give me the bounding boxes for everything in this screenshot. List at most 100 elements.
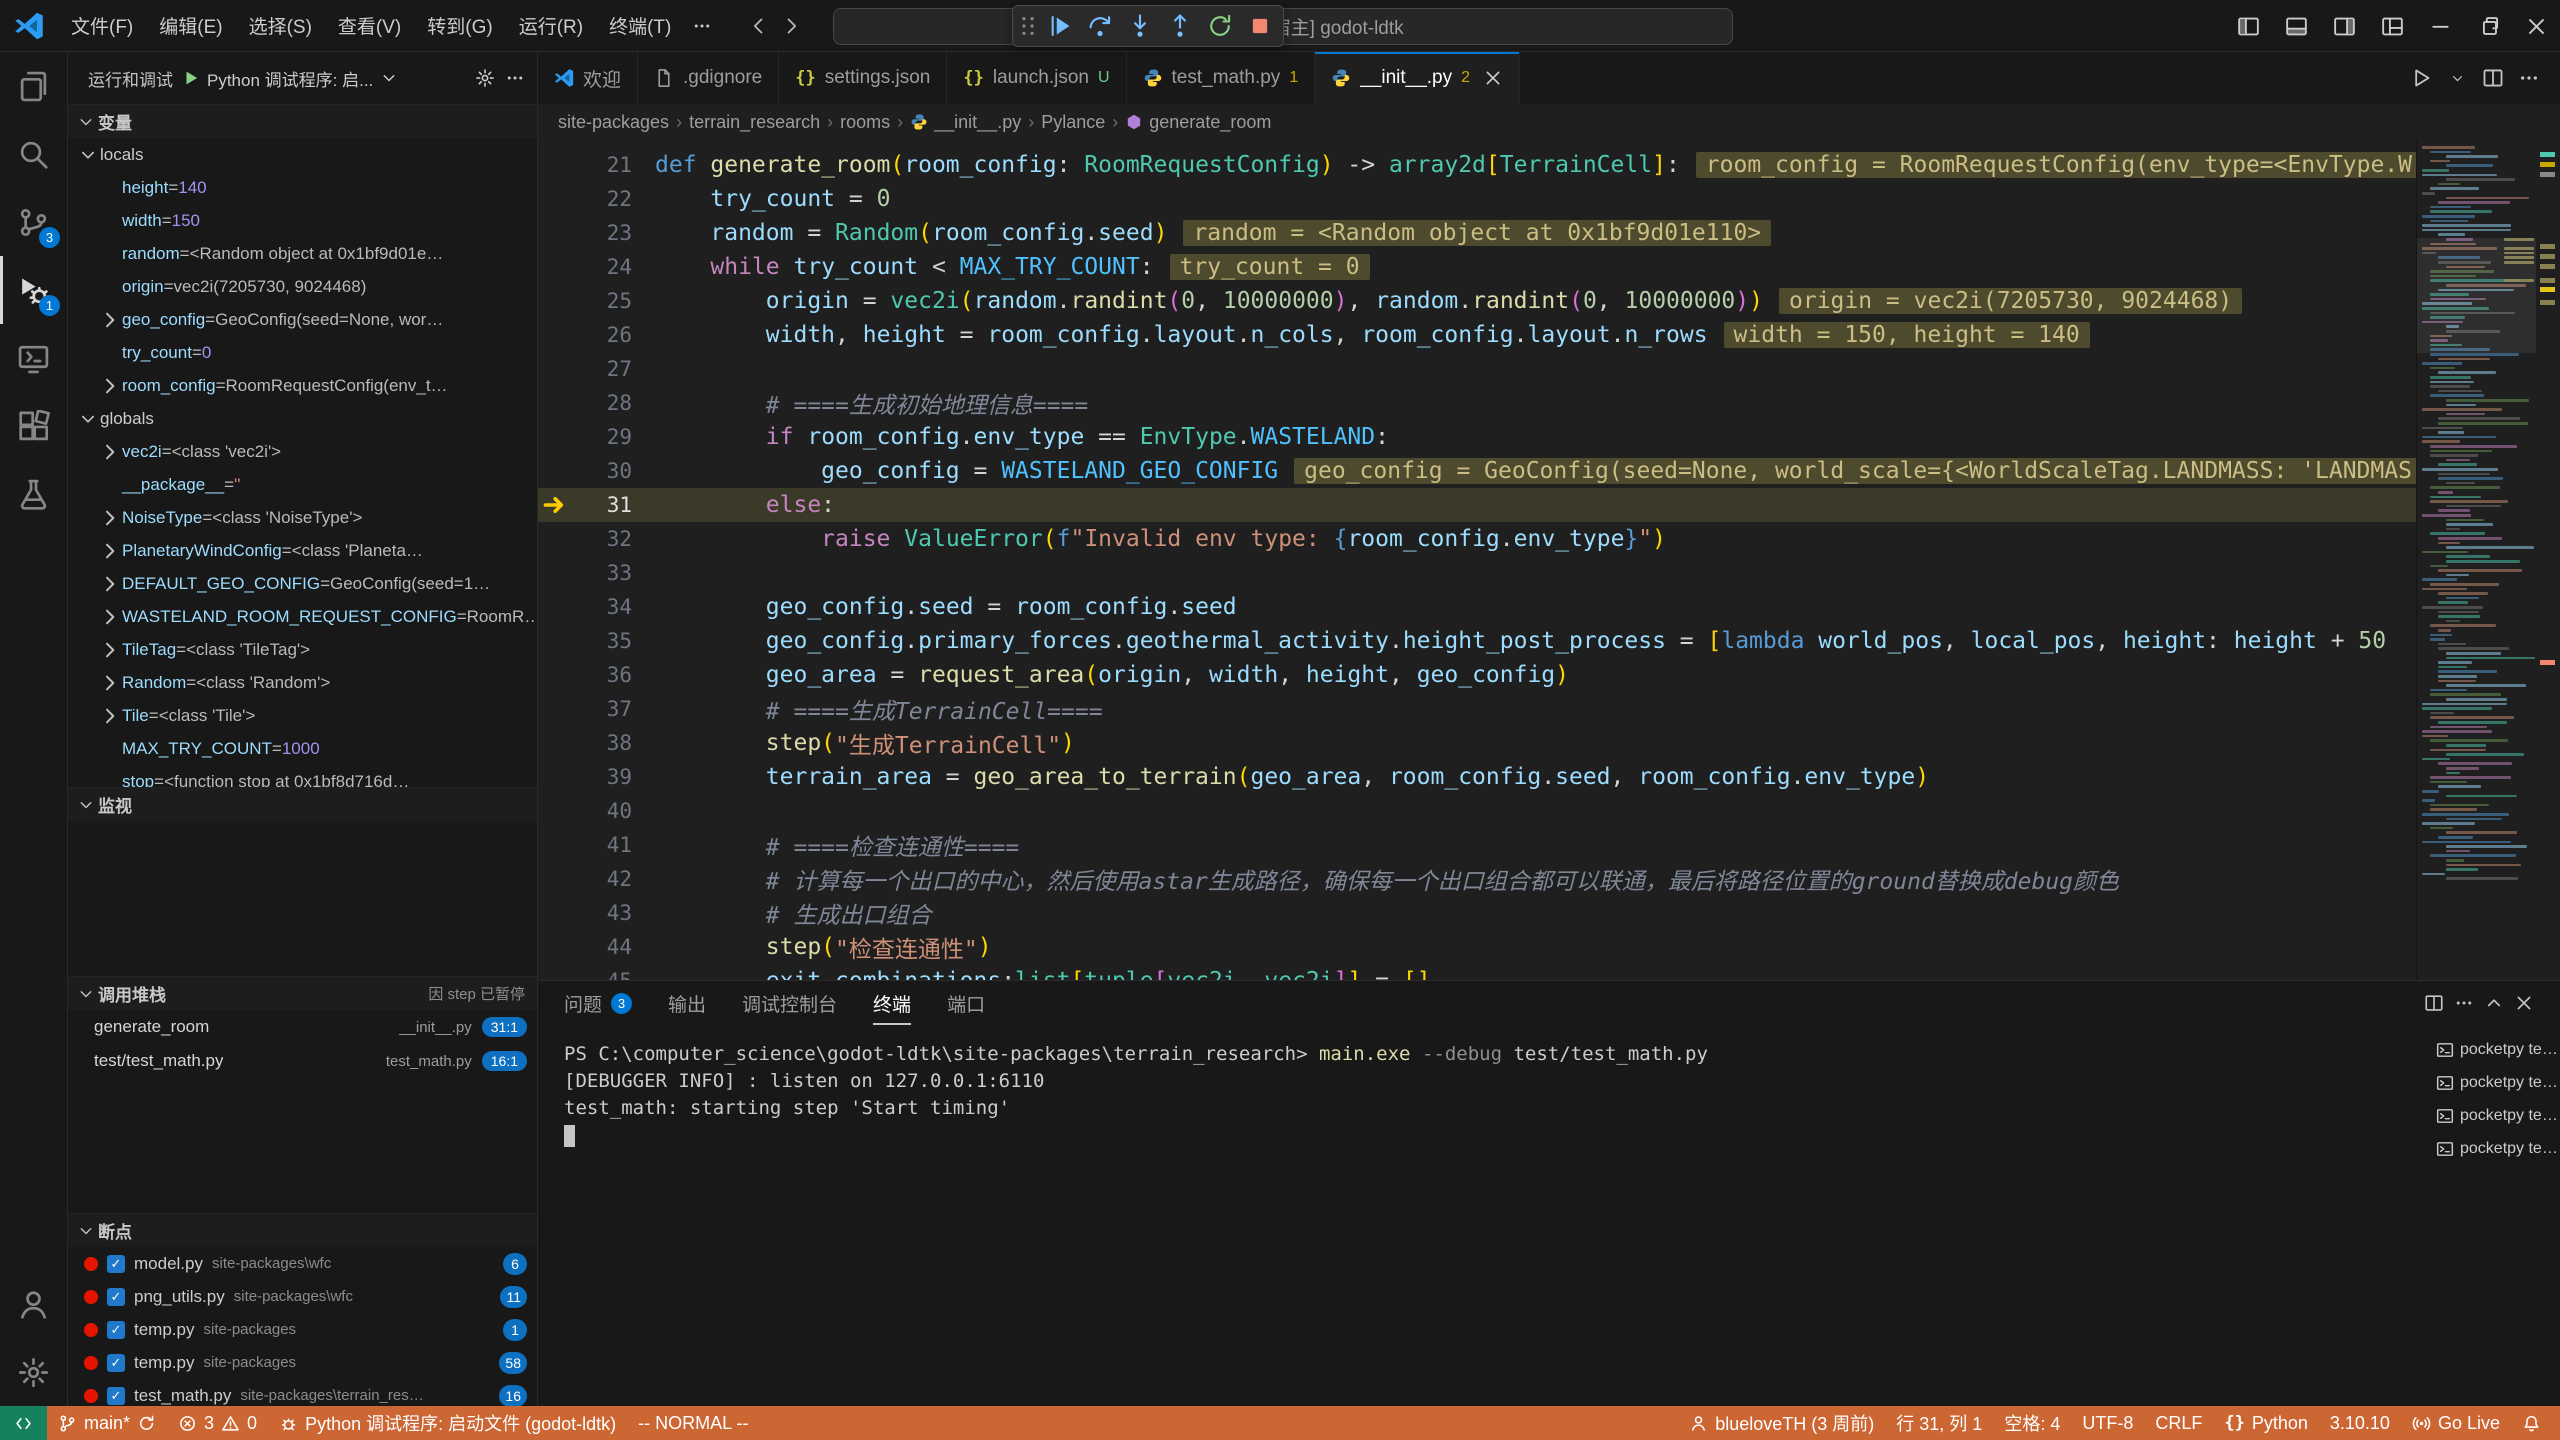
- status-eol[interactable]: CRLF: [2144, 1406, 2213, 1440]
- toggle-panel-icon[interactable]: [2272, 0, 2320, 52]
- run-python-file-icon[interactable]: [2404, 61, 2438, 95]
- menu-item[interactable]: 文件(F): [58, 12, 146, 39]
- checkbox-checked-icon[interactable]: ✓: [107, 1288, 125, 1306]
- line-number[interactable]: 21: [574, 153, 632, 177]
- step-over-button[interactable]: [1081, 8, 1119, 44]
- line-number[interactable]: 33: [574, 561, 632, 585]
- tab-__init__.py[interactable]: __init__.py2: [1315, 52, 1520, 104]
- variables-section-header[interactable]: 变量: [68, 104, 537, 138]
- variable-row[interactable]: Random = <class 'Random'>: [68, 666, 537, 699]
- overview-ruler[interactable]: [2536, 140, 2560, 980]
- breakpoints-section-header[interactable]: 断点: [68, 1213, 537, 1247]
- customize-layout-icon[interactable]: [2368, 0, 2416, 52]
- line-number[interactable]: 25: [574, 289, 632, 313]
- watch-section-header[interactable]: 监视: [68, 787, 537, 821]
- panel-tab-问题[interactable]: 问题3: [564, 981, 632, 1025]
- restart-button[interactable]: [1201, 8, 1239, 44]
- line-number[interactable]: 40: [574, 799, 632, 823]
- status-branch[interactable]: main*: [47, 1406, 167, 1440]
- window-close-icon[interactable]: [2512, 0, 2560, 52]
- drag-handle[interactable]: [1017, 8, 1039, 44]
- variable-row[interactable]: geo_config = GeoConfig(seed=None, wor…: [68, 303, 537, 336]
- menu-overflow-icon[interactable]: [684, 16, 720, 36]
- variable-row[interactable]: stop = <function stop at 0x1bf8d716d…: [68, 765, 537, 787]
- variable-row[interactable]: vec2i = <class 'vec2i'>: [68, 435, 537, 468]
- activity-accounts[interactable]: [0, 1270, 67, 1338]
- debug-configuration-dropdown[interactable]: Python 调试程序: 启...: [182, 66, 398, 91]
- continue-button[interactable]: [1041, 8, 1079, 44]
- status-go-live[interactable]: Go Live: [2401, 1406, 2511, 1440]
- panel-tab-输出[interactable]: 输出: [668, 981, 706, 1025]
- line-number[interactable]: 34: [574, 595, 632, 619]
- line-number[interactable]: 22: [574, 187, 632, 211]
- line-number[interactable]: 35: [574, 629, 632, 653]
- checkbox-checked-icon[interactable]: ✓: [107, 1387, 125, 1405]
- minimap-slider[interactable]: [2417, 238, 2536, 353]
- toggle-secondary-sidebar-icon[interactable]: [2320, 0, 2368, 52]
- line-number[interactable]: 29: [574, 425, 632, 449]
- back-icon[interactable]: [748, 15, 770, 37]
- line-number[interactable]: 30: [574, 459, 632, 483]
- status-notifications[interactable]: [2511, 1406, 2552, 1440]
- status-indentation[interactable]: 空格: 4: [1993, 1406, 2071, 1440]
- status-git-blame[interactable]: blueloveTH (3 周前): [1678, 1406, 1885, 1440]
- variable-row[interactable]: width = 150: [68, 204, 537, 237]
- line-number[interactable]: 36: [574, 663, 632, 687]
- menu-item[interactable]: 运行(R): [506, 12, 596, 39]
- breakpoint-row[interactable]: ✓temp.pysite-packages58: [68, 1346, 537, 1379]
- terminal-instance[interactable]: pocketpy te…: [2428, 1066, 2560, 1099]
- variable-row[interactable]: room_config = RoomRequestConfig(env_t…: [68, 369, 537, 402]
- status-debug-status[interactable]: Python 调试程序: 启动文件 (godot-ldtk): [268, 1406, 627, 1440]
- step-out-button[interactable]: [1161, 8, 1199, 44]
- line-number[interactable]: 28: [574, 391, 632, 415]
- breadcrumb-item[interactable]: terrain_research: [689, 112, 820, 133]
- stack-frame[interactable]: test/test_math.pytest_math.py16:1: [68, 1044, 537, 1078]
- window-minimize-icon[interactable]: [2416, 0, 2464, 52]
- breakpoint-row[interactable]: ✓model.pysite-packages\wfc6: [68, 1247, 537, 1280]
- line-number[interactable]: 26: [574, 323, 632, 347]
- activity-explorer[interactable]: [0, 52, 67, 120]
- terminal-instance[interactable]: pocketpy te…: [2428, 1132, 2560, 1165]
- activity-run-and-debug[interactable]: 1: [0, 256, 67, 324]
- status-remote-indicator[interactable]: [0, 1406, 47, 1440]
- activity-search[interactable]: [0, 120, 67, 188]
- variable-row[interactable]: height = 140: [68, 171, 537, 204]
- code-editor[interactable]: 21def generate_room(room_config: RoomReq…: [538, 140, 2416, 980]
- checkbox-checked-icon[interactable]: ✓: [107, 1354, 125, 1372]
- variable-row[interactable]: TileTag = <class 'TileTag'>: [68, 633, 537, 666]
- minimap[interactable]: [2416, 140, 2536, 980]
- sidebar-more-icon[interactable]: [505, 68, 525, 88]
- line-number[interactable]: 23: [574, 221, 632, 245]
- split-editor-icon[interactable]: [2476, 61, 2510, 95]
- terminal[interactable]: PS C:\computer_science\godot-ldtk\site-p…: [538, 1025, 2428, 1406]
- maximize-panel-icon[interactable]: [2484, 993, 2504, 1013]
- line-number[interactable]: 42: [574, 867, 632, 891]
- breakpoint-row[interactable]: ✓test_math.pysite-packages\terrain_res…1…: [68, 1379, 537, 1406]
- tab-launch.json[interactable]: {}launch.jsonU: [947, 52, 1126, 104]
- menu-item[interactable]: 转到(G): [414, 12, 505, 39]
- line-number[interactable]: 24: [574, 255, 632, 279]
- panel-tab-终端[interactable]: 终端: [873, 981, 911, 1025]
- window-restore-icon[interactable]: [2464, 0, 2512, 52]
- status-language-mode[interactable]: {}Python: [2213, 1406, 2319, 1440]
- variable-scope[interactable]: globals: [68, 402, 537, 435]
- run-dropdown-chevron-icon[interactable]: [2440, 61, 2474, 95]
- line-number[interactable]: 43: [574, 901, 632, 925]
- tab-settings.json[interactable]: {}settings.json: [779, 52, 947, 104]
- status-encoding[interactable]: UTF-8: [2071, 1406, 2144, 1440]
- activity-testing[interactable]: [0, 460, 67, 528]
- variable-row[interactable]: __package__ = '': [68, 468, 537, 501]
- panel-tab-调试控制台[interactable]: 调试控制台: [742, 981, 837, 1025]
- close-icon[interactable]: [1483, 68, 1503, 88]
- breadcrumb-item[interactable]: __init__.py: [910, 112, 1021, 133]
- panel-more-icon[interactable]: [2454, 993, 2474, 1013]
- split-terminal-icon[interactable]: [2424, 993, 2444, 1013]
- terminal-instance[interactable]: pocketpy te…: [2428, 1099, 2560, 1132]
- status-python-version[interactable]: 3.10.10: [2319, 1406, 2401, 1440]
- status-vim-mode[interactable]: -- NORMAL --: [627, 1406, 759, 1440]
- variable-row[interactable]: origin = vec2i(7205730, 9024468): [68, 270, 537, 303]
- variable-scope[interactable]: locals: [68, 138, 537, 171]
- activity-settings[interactable]: [0, 1338, 67, 1406]
- stack-frame[interactable]: generate_room__init__.py31:1: [68, 1010, 537, 1044]
- variable-row[interactable]: Tile = <class 'Tile'>: [68, 699, 537, 732]
